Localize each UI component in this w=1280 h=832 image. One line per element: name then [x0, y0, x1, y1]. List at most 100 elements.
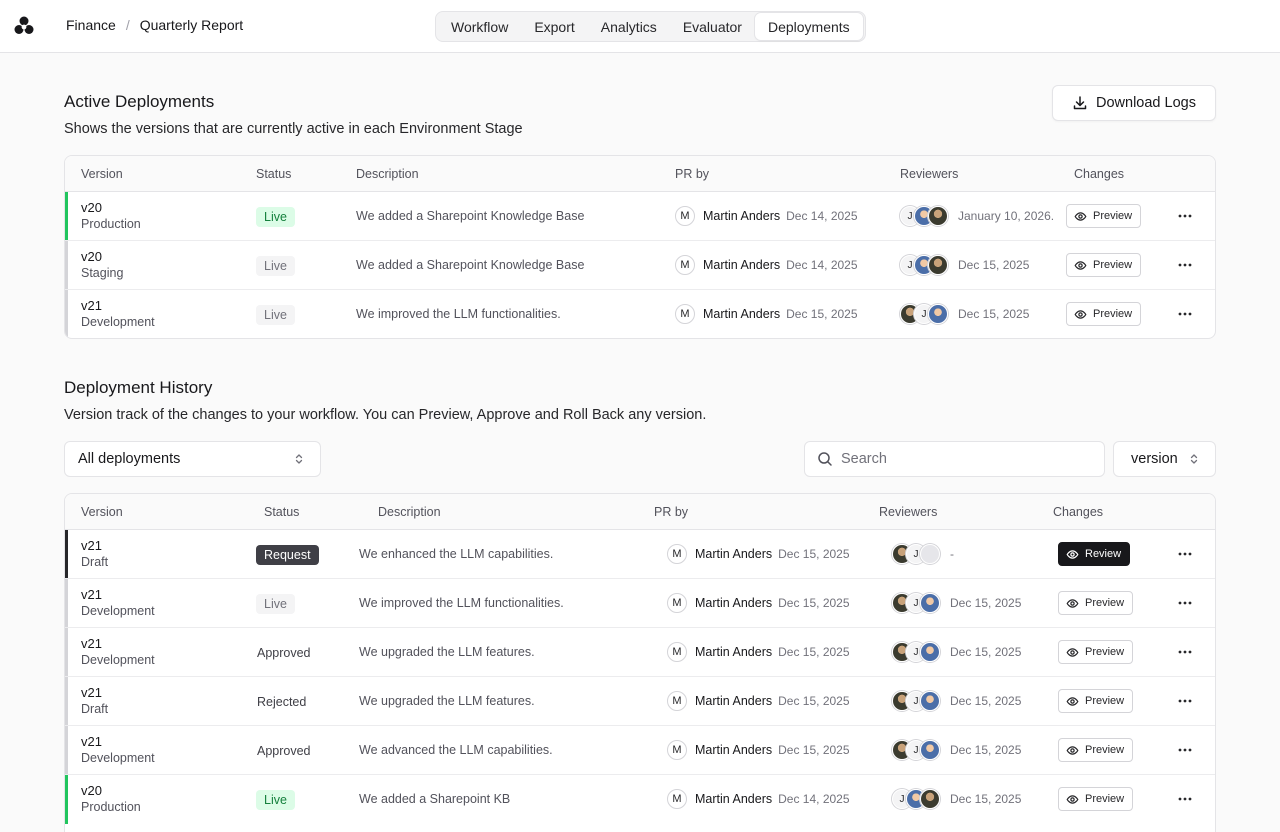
row-menu-button[interactable]: [1174, 206, 1196, 226]
more-icon: [1178, 650, 1192, 654]
table-row[interactable]: v21 Draft Rejected We upgraded the LLM f…: [65, 677, 1215, 726]
pr-date: Dec 15, 2025: [778, 743, 850, 757]
reviewer-avatar: [920, 789, 940, 809]
author-name: Martin Anders: [703, 307, 781, 321]
preview-button[interactable]: Preview: [1066, 253, 1142, 277]
preview-button[interactable]: Preview: [1058, 787, 1134, 811]
tab-workflow[interactable]: Workflow: [438, 13, 521, 40]
environment-label: Draft: [81, 702, 109, 716]
reviewer-avatar: [920, 691, 940, 711]
action-label: Preview: [1085, 744, 1125, 756]
row-menu-button[interactable]: [1174, 593, 1196, 613]
author-avatar: M: [675, 304, 695, 324]
breadcrumb-finance[interactable]: Finance: [66, 17, 116, 33]
col-version: Version: [81, 505, 123, 519]
author-name: Martin Anders: [695, 792, 773, 806]
tab-deployments[interactable]: Deployments: [754, 13, 863, 40]
col-pr-by: PR by: [654, 505, 689, 519]
table-row[interactable]: v21 Development Approved We advanced the…: [65, 726, 1215, 775]
sort-value: version: [1131, 451, 1178, 467]
download-logs-button[interactable]: Download Logs: [1052, 85, 1216, 121]
version-label: v21: [81, 587, 102, 602]
version-cell: v21 Draft: [81, 538, 108, 570]
table-row[interactable]: v20 Production Live We added a Sharepoin…: [65, 192, 1215, 241]
pr-date: Dec 15, 2025: [778, 547, 850, 561]
description-text: We added a Sharepoint Knowledge Base: [356, 258, 585, 272]
pr-author: M Martin Anders Dec 14, 2025: [675, 255, 858, 275]
breadcrumb: Finance / Quarterly Report: [66, 17, 243, 33]
search-input[interactable]: [841, 451, 1081, 467]
row-menu-button[interactable]: [1174, 544, 1196, 564]
col-description: Description: [378, 505, 441, 519]
version-cell: v21 Development: [81, 636, 155, 668]
tab-analytics[interactable]: Analytics: [588, 13, 670, 40]
row-menu-button[interactable]: [1174, 304, 1196, 324]
reviewers-cell: J January 10, 2026.: [900, 206, 1054, 226]
table-row[interactable]: v21 Development Live We improved the LLM…: [65, 290, 1215, 338]
author-name: Martin Anders: [695, 694, 773, 708]
more-icon: [1178, 797, 1192, 801]
row-menu-button[interactable]: [1174, 789, 1196, 809]
status-badge: Live: [256, 305, 295, 325]
app-logo-icon[interactable]: [13, 15, 35, 37]
row-menu-button[interactable]: [1174, 255, 1196, 275]
author-name: Martin Anders: [695, 596, 773, 610]
reviewers-cell: J Dec 15, 2025: [892, 740, 1021, 760]
deployment-filter-select[interactable]: All deployments: [64, 441, 321, 477]
more-icon: [1178, 263, 1192, 267]
eye-icon: [1074, 260, 1087, 270]
table-header: Version Status Description PR by Reviewe…: [65, 494, 1215, 530]
table-row[interactable]: v20 Production Live We added a Sharepoin…: [65, 775, 1215, 824]
breadcrumb-quarterly-report[interactable]: Quarterly Report: [140, 17, 243, 33]
preview-button[interactable]: Preview: [1058, 738, 1134, 762]
eye-icon: [1074, 309, 1087, 319]
pr-author: M Martin Anders Dec 15, 2025: [667, 740, 850, 760]
deployment-filter-value: All deployments: [78, 451, 181, 467]
pr-author: M Martin Anders Dec 15, 2025: [667, 593, 850, 613]
preview-button[interactable]: Preview: [1058, 640, 1134, 664]
status-badge: Live: [256, 207, 295, 227]
pr-date: Dec 15, 2025: [786, 307, 858, 321]
version-cell: v20 Production: [81, 200, 141, 232]
author-name: Martin Anders: [703, 209, 781, 223]
preview-button[interactable]: Preview: [1058, 689, 1134, 713]
environment-label: Development: [81, 653, 155, 667]
sort-select[interactable]: version: [1113, 441, 1216, 477]
tab-evaluator[interactable]: Evaluator: [670, 13, 755, 40]
review-button[interactable]: Review: [1058, 542, 1131, 566]
table-row[interactable]: v21 Development Approved We upgraded the…: [65, 628, 1215, 677]
preview-button[interactable]: Preview: [1066, 302, 1142, 326]
more-icon: [1178, 699, 1192, 703]
environment-label: Development: [81, 751, 155, 765]
search-field[interactable]: [804, 441, 1105, 477]
table-row[interactable]: v21 Development Live We improved the LLM…: [65, 579, 1215, 628]
preview-button[interactable]: Preview: [1058, 591, 1134, 615]
row-menu-button[interactable]: [1174, 740, 1196, 760]
author-avatar: M: [667, 740, 687, 760]
description-text: We enhanced the LLM capabilities.: [359, 547, 554, 561]
eye-icon: [1066, 794, 1079, 804]
col-changes: Changes: [1074, 167, 1125, 181]
reviewer-avatar: [920, 642, 940, 662]
tab-export[interactable]: Export: [521, 13, 587, 40]
col-changes: Changes: [1053, 505, 1104, 519]
version-label: v21: [81, 734, 102, 749]
eye-icon: [1066, 647, 1079, 657]
table-row[interactable]: v20 Staging Live We added a Sharepoint K…: [65, 241, 1215, 290]
description-text: We upgraded the LLM features.: [359, 694, 535, 708]
status-indicator-bar: [65, 677, 68, 725]
pr-author: M Martin Anders Dec 15, 2025: [675, 304, 858, 324]
action-label: Preview: [1093, 259, 1133, 271]
col-status: Status: [256, 167, 292, 181]
row-menu-button[interactable]: [1174, 642, 1196, 662]
version-label: v20: [81, 200, 102, 215]
search-icon: [818, 452, 832, 466]
status-badge: Approved: [257, 646, 311, 660]
chevron-up-down-icon: [1190, 454, 1198, 464]
preview-button[interactable]: Preview: [1066, 204, 1142, 228]
deployment-history-table: Version Status Description PR by Reviewe…: [64, 493, 1216, 832]
row-menu-button[interactable]: [1174, 691, 1196, 711]
table-row[interactable]: v21 Draft Request We enhanced the LLM ca…: [65, 530, 1215, 579]
col-description: Description: [356, 167, 419, 181]
reviewers-cell: J Dec 15, 2025: [892, 789, 1021, 809]
